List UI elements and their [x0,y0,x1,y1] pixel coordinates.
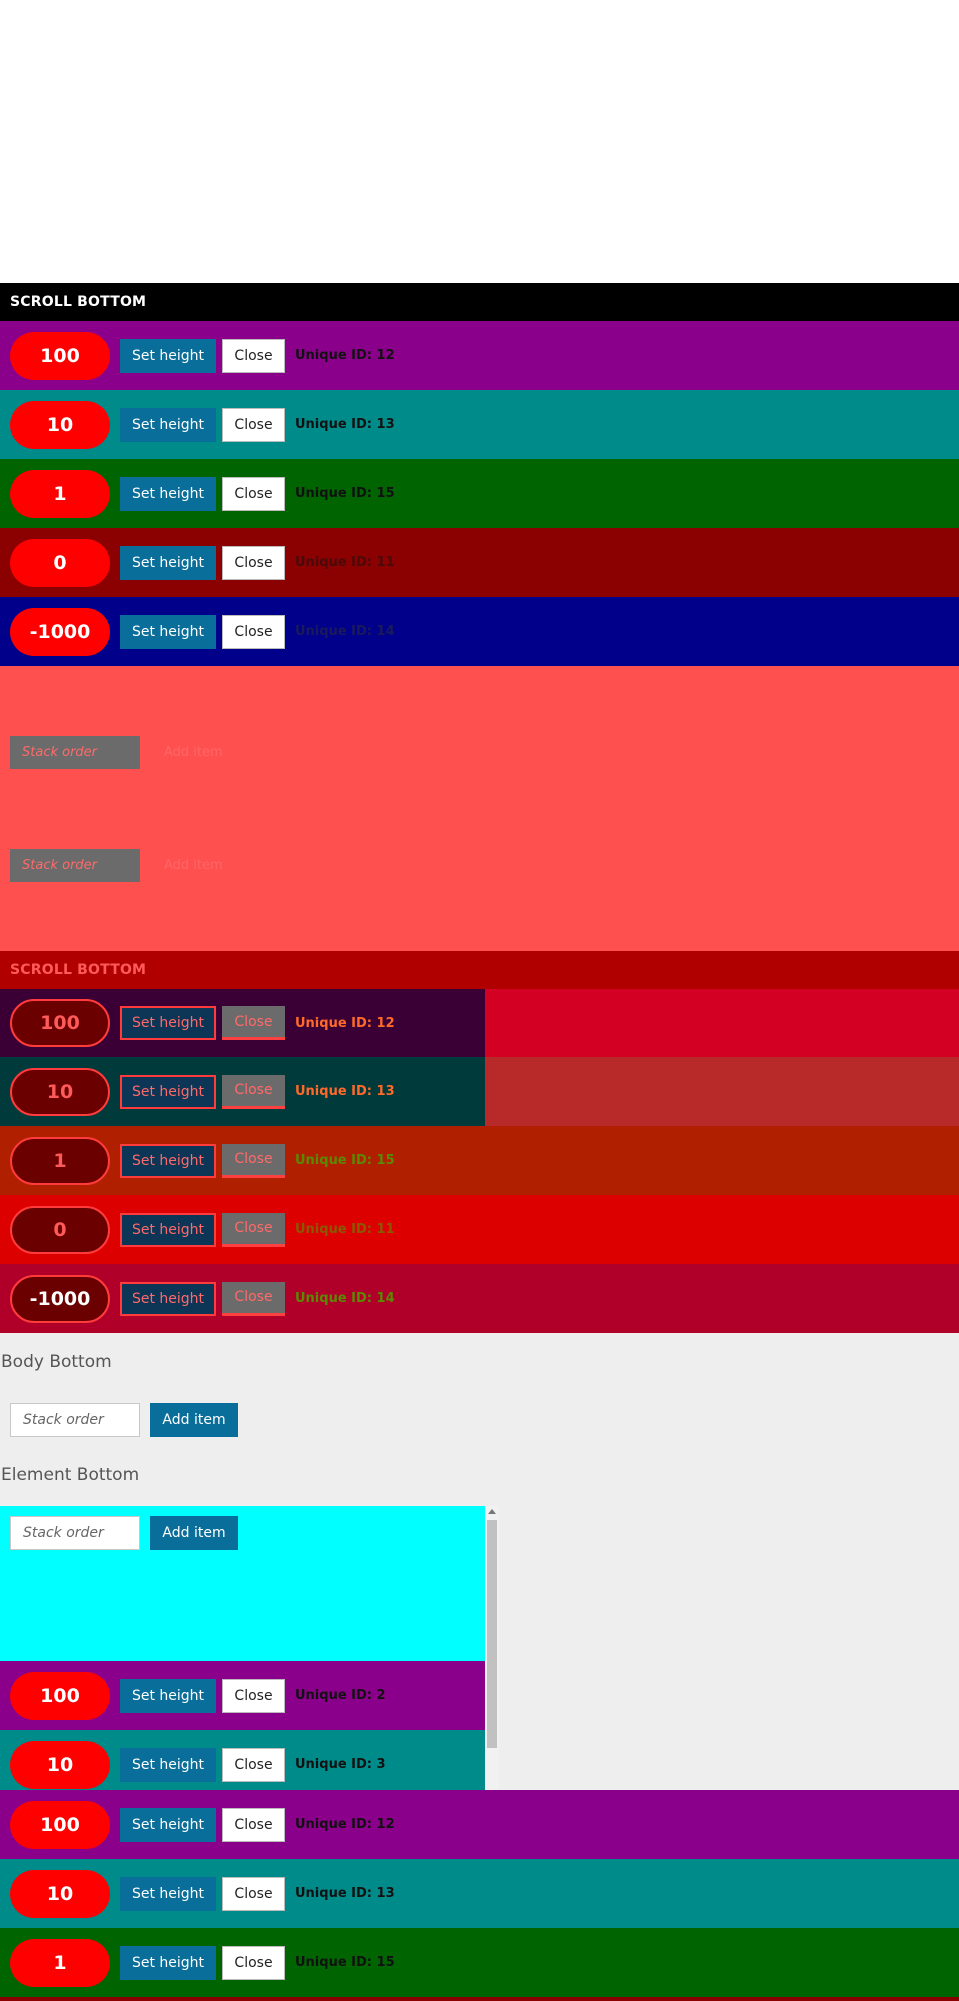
unique-id-label: Unique ID: 12 [295,1817,395,1832]
set-height-button[interactable]: Set height [120,1876,216,1911]
body-bottom-heading: Body Bottom [1,1352,112,1372]
set-height-ghost: Set height [120,1006,216,1040]
body-bottom-controls: Stack order Add item [10,1403,238,1437]
close-button[interactable]: Close [222,1876,285,1911]
toast-row: 10 Set height Close Unique ID: 13 [0,390,959,459]
toast-row: -1000 Set height Close Unique ID: 14 [0,597,959,666]
unique-id-label: Unique ID: 14 [295,624,395,639]
height-badge: 100 [10,331,110,380]
overlay-row: 100 Set height Close Unique ID: 12 [0,989,485,1057]
close-button[interactable]: Close [222,614,285,649]
close-ghost: Close [222,1212,285,1247]
toast-row: 100 Set height Close Unique ID: 12 [0,321,959,390]
close-button[interactable]: Close [222,338,285,373]
stack-order-input-ghost: Stack order [10,849,140,882]
overlay-panel: Stack order Add item Stack order Add ite… [0,666,959,951]
next-row-edge [0,1997,959,2001]
set-height-button[interactable]: Set height [120,1747,216,1782]
set-height-button[interactable]: Set height [120,338,216,373]
unique-id-label: Unique ID: 2 [295,1688,386,1703]
overlay-row: 10 Set height Close Unique ID: 13 [0,1057,485,1126]
ghost-controls: Stack order Add item [10,736,223,769]
add-item-button[interactable]: Add item [150,1516,238,1550]
set-height-ghost: Set height [120,1143,216,1178]
unique-id-label: Unique ID: 15 [295,486,395,501]
overlay-row: -1000 Set height Close Unique ID: 14 [0,1264,959,1333]
toast-row: 1 Set height Close Unique ID: 15 [0,459,959,528]
height-badge-ghost: 0 [10,1205,110,1254]
close-ghost: Close [222,1143,285,1178]
toast-row: 100 Set height Close Unique ID: 2 [0,1661,485,1730]
height-badge: 100 [10,1671,110,1720]
unique-id-label: Unique ID: 13 [295,417,395,432]
height-badge: 100 [10,1800,110,1849]
height-badge-ghost: 10 [10,1067,110,1116]
set-height-ghost: Set height [120,1281,216,1316]
close-button[interactable]: Close [222,1747,285,1782]
unique-id-label: Unique ID: 15 [295,1955,395,1970]
height-badge: 10 [10,1869,110,1918]
ghost-controls: Stack order Add item [10,849,223,882]
element-scroll-container[interactable]: Stack order Add item 100 Set height Clos… [0,1506,485,1790]
set-height-button[interactable]: Set height [120,1678,216,1713]
toast-row: 10 Set height Close Unique ID: 13 [0,1859,959,1928]
add-item-ghost: Add item [164,858,223,873]
toast-row: 10 Set height Close Unique ID: 3 [0,1730,485,1790]
unique-id-label: Unique ID: 3 [295,1757,386,1772]
height-badge-ghost: 1 [10,1136,110,1185]
close-button[interactable]: Close [222,1807,285,1842]
set-height-button[interactable]: Set height [120,545,216,580]
unique-id-ghost: Unique ID: 14 [295,1291,395,1306]
element-bottom-heading: Element Bottom [1,1465,140,1485]
height-badge: -1000 [10,607,110,656]
height-badge: 10 [10,1740,110,1789]
height-badge: 0 [10,538,110,587]
unique-id-label: Unique ID: 12 [295,348,395,363]
height-badge: 1 [10,1938,110,1987]
close-button[interactable]: Close [222,1945,285,1980]
height-badge: 1 [10,469,110,518]
close-button[interactable]: Close [222,476,285,511]
element-controls: Stack order Add item [10,1516,238,1550]
unique-id-ghost: Unique ID: 11 [295,1222,395,1237]
add-item-ghost: Add item [164,745,223,760]
unique-id-ghost: Unique ID: 13 [295,1084,395,1099]
scrollbar-thumb[interactable] [487,1520,497,1748]
height-badge-ghost: -1000 [10,1274,110,1323]
stack-order-input-ghost: Stack order [10,736,140,769]
toast-row: 1 Set height Close Unique ID: 15 [0,1928,959,1997]
set-height-button[interactable]: Set height [120,1945,216,1980]
close-ghost: Close [222,1006,285,1040]
height-badge-ghost: 100 [10,999,110,1047]
stack-order-input[interactable]: Stack order [10,1516,140,1550]
element-cyan-area: Stack order Add item [0,1506,485,1661]
scroll-bottom-title: SCROLL BOTTOM [0,283,959,321]
set-height-ghost: Set height [120,1212,216,1247]
add-item-button[interactable]: Add item [150,1403,238,1437]
set-height-button[interactable]: Set height [120,476,216,511]
overlay-row: 0 Set height Close Unique ID: 11 [0,1195,959,1264]
toast-row: 0 Set height Close Unique ID: 11 [0,528,959,597]
close-ghost: Close [222,1281,285,1316]
set-height-ghost: Set height [120,1074,216,1109]
close-button[interactable]: Close [222,1678,285,1713]
height-badge: 10 [10,400,110,449]
unique-id-ghost: Unique ID: 15 [295,1153,395,1168]
set-height-button[interactable]: Set height [120,407,216,442]
blank-area [0,0,959,283]
close-ghost: Close [222,1074,285,1109]
unique-id-label: Unique ID: 11 [295,555,395,570]
scroll-up-arrow-icon[interactable] [488,1509,496,1514]
unique-id-ghost: Unique ID: 12 [295,1015,395,1031]
stack-order-input[interactable]: Stack order [10,1403,140,1437]
scroll-bottom-title-overlay: SCROLL BOTTOM [0,951,959,989]
set-height-button[interactable]: Set height [120,1807,216,1842]
close-button[interactable]: Close [222,407,285,442]
set-height-button[interactable]: Set height [120,614,216,649]
overlay-row: 1 Set height Close Unique ID: 15 [0,1126,959,1195]
toast-row: 100 Set height Close Unique ID: 12 [0,1790,959,1859]
close-button[interactable]: Close [222,545,285,580]
unique-id-label: Unique ID: 13 [295,1886,395,1901]
